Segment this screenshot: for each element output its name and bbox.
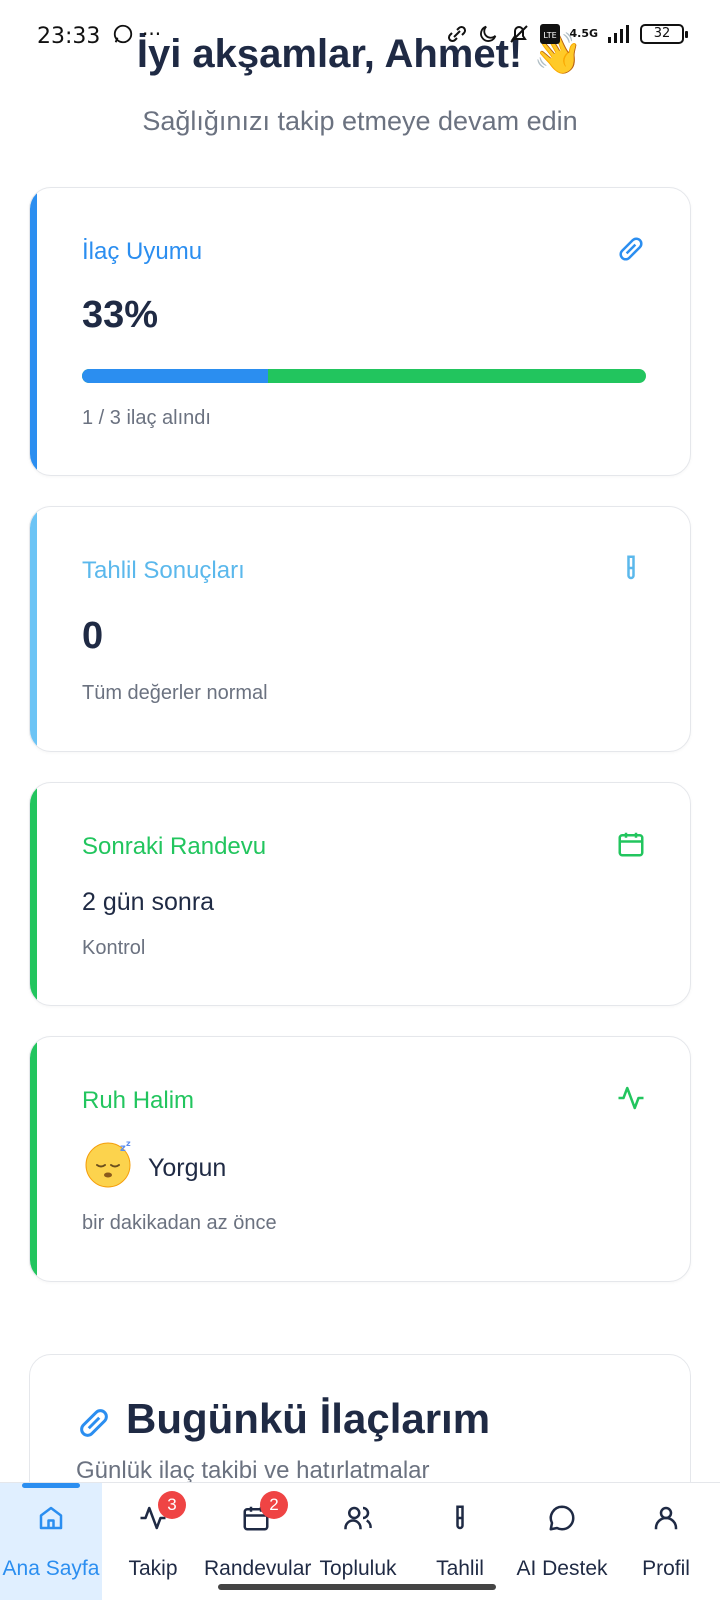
nav-item-takip[interactable]: 3 Takip xyxy=(102,1483,204,1600)
notification-badge: 2 xyxy=(260,1491,288,1519)
card-subtitle: bir dakikadan az önce xyxy=(82,1212,277,1234)
section-subtitle: Günlük ilaç takibi ve hatırlatmalar xyxy=(76,1457,430,1484)
link-icon xyxy=(448,25,467,43)
home-icon xyxy=(39,1506,63,1530)
nav-label: Randevular xyxy=(204,1557,312,1580)
bottom-nav: Ana Sayfa 3 Takip 2 Randevular Topluluk … xyxy=(0,1482,720,1600)
home-gesture-bar[interactable] xyxy=(218,1584,496,1590)
nav-item-randevular[interactable]: 2 Randevular xyxy=(204,1483,312,1600)
adherence-progress-bar xyxy=(82,369,646,383)
mood-label: Yorgun xyxy=(148,1154,227,1182)
signal-icon xyxy=(608,25,629,43)
nav-item-tahlil[interactable]: Tahlil xyxy=(408,1483,512,1600)
card-title: Sonraki Randevu xyxy=(82,833,267,860)
screen: 23:33 ··· LTE 4.5G 32 İyi akşamlar, Ahme… xyxy=(0,0,720,1600)
card-subtitle: Kontrol xyxy=(82,937,146,959)
chat-icon xyxy=(549,1505,575,1531)
section-title: Bugünkü İlaçlarım xyxy=(126,1395,491,1442)
svg-text:LTE: LTE xyxy=(544,31,557,40)
card-title: Ruh Halim xyxy=(82,1087,195,1114)
nav-item-profil[interactable]: Profil xyxy=(612,1483,720,1600)
progress-fill xyxy=(82,369,269,383)
medication-adherence-card[interactable]: İlaç Uyumu 33% 1 / 3 ilaç alındı xyxy=(29,187,691,476)
battery-icon: 32 xyxy=(640,24,688,44)
sleeping-face-icon: z z xyxy=(85,1139,131,1188)
battery-level: 32 xyxy=(653,26,671,41)
nav-label: Topluluk xyxy=(319,1557,397,1580)
calendar-icon xyxy=(618,832,644,857)
mute-icon xyxy=(510,25,529,43)
nav-item-ai-destek[interactable]: AI Destek xyxy=(512,1483,612,1600)
nav-item-home[interactable]: Ana Sayfa xyxy=(0,1483,102,1600)
lab-results-card[interactable]: Tahlil Sonuçları 0 Tüm değerler normal xyxy=(29,506,691,752)
status-right: LTE 4.5G 32 xyxy=(445,22,688,46)
greeting-subtitle: Sağlığınızı takip etmeye devam edin xyxy=(142,106,578,136)
moon-icon xyxy=(480,25,497,42)
users-icon xyxy=(344,1506,372,1530)
nav-label: Tahlil xyxy=(436,1557,484,1580)
nav-label: AI Destek xyxy=(516,1557,608,1580)
active-indicator xyxy=(22,1483,80,1488)
card-accent xyxy=(30,188,37,475)
next-appointment-card[interactable]: Sonraki Randevu 2 gün sonra Kontrol xyxy=(29,782,691,1006)
volte-icon: LTE xyxy=(540,24,561,44)
nav-item-topluluk[interactable]: Topluluk xyxy=(308,1483,408,1600)
pill-icon xyxy=(80,1409,108,1437)
card-value: 33% xyxy=(82,294,159,336)
status-left-icons: ··· xyxy=(112,22,161,46)
status-time: 23:33 xyxy=(37,24,101,49)
nav-label: Ana Sayfa xyxy=(2,1557,100,1580)
card-accent xyxy=(30,1037,37,1281)
activity-icon xyxy=(618,1086,644,1110)
card-value: 0 xyxy=(82,615,104,657)
status-bar: 23:33 ··· LTE 4.5G 32 xyxy=(0,0,720,70)
card-subtitle: Tüm değerler normal xyxy=(82,682,268,704)
pill-icon xyxy=(619,237,643,261)
more-notifications-icon: ··· xyxy=(142,22,162,46)
card-subtitle: 1 / 3 ilaç alındı xyxy=(82,407,211,429)
svg-text:z: z xyxy=(126,1139,131,1148)
test-tube-icon xyxy=(456,1505,464,1530)
nav-label: Profil xyxy=(642,1557,690,1580)
card-title: İlaç Uyumu xyxy=(82,238,203,265)
test-tube-icon xyxy=(627,555,635,580)
card-accent xyxy=(30,783,37,1005)
notification-badge: 3 xyxy=(158,1491,186,1519)
network-type: 4.5G xyxy=(569,27,598,40)
card-value: 2 gün sonra xyxy=(82,888,215,916)
card-title: Tahlil Sonuçları xyxy=(82,557,245,584)
whatsapp-icon xyxy=(113,24,133,44)
nav-label: Takip xyxy=(128,1557,178,1580)
mood-card[interactable]: Ruh Halim z z Yorgun bir dakikadan az ön… xyxy=(29,1036,691,1282)
card-accent xyxy=(30,507,37,751)
user-icon xyxy=(654,1506,678,1530)
